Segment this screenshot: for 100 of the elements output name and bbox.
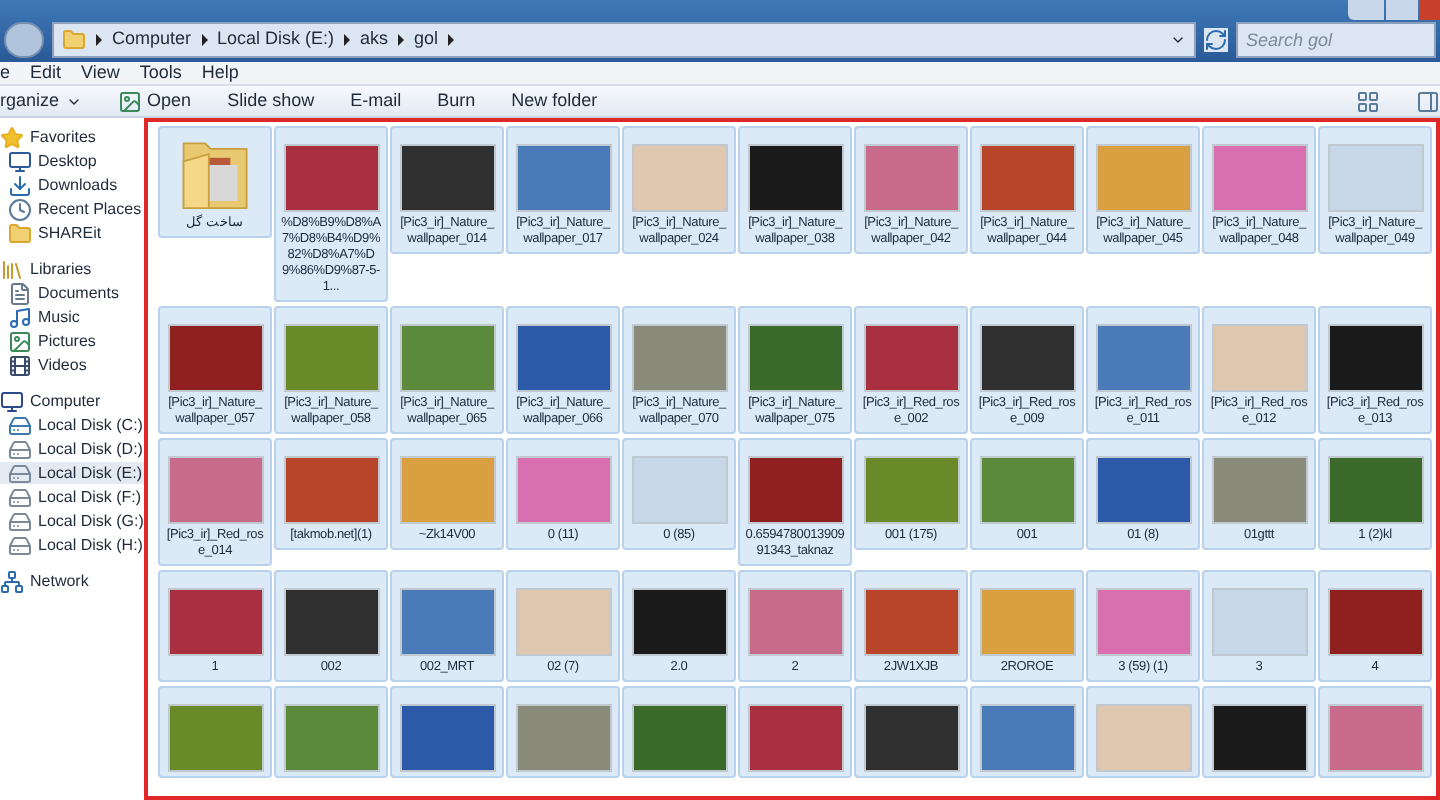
- photo-placeholder: [747, 144, 843, 212]
- toolbar-button[interactable]: E-mail: [350, 87, 402, 115]
- file-tile[interactable]: [158, 686, 272, 778]
- photo-placeholder: [283, 324, 379, 392]
- photo-placeholder: [1095, 324, 1191, 392]
- photo-placeholder: [747, 704, 843, 772]
- photo-placeholder: [863, 704, 959, 772]
- breadcrumb[interactable]: Computer: [112, 26, 192, 54]
- library-icon: [0, 257, 24, 281]
- sidebar-heading[interactable]: Computer: [30, 389, 101, 413]
- sidebar-item[interactable]: Recent Places: [0, 198, 144, 220]
- photo-placeholder: [283, 704, 379, 772]
- drive-icon: [8, 509, 32, 533]
- photo-placeholder: [863, 588, 959, 656]
- drive-icon: [8, 485, 32, 509]
- address-bar[interactable]: Computer Local Disk (E:) aks gol: [52, 22, 1196, 58]
- photo-placeholder: [515, 324, 611, 392]
- sidebar-item[interactable]: Documents: [0, 282, 144, 304]
- menu-item[interactable]: View: [81, 59, 120, 87]
- menu-item[interactable]: Edit: [30, 59, 62, 87]
- toolbar-button[interactable]: New folder: [511, 87, 598, 115]
- toolbar-button[interactable]: Open: [117, 87, 192, 115]
- photo-placeholder: [399, 704, 495, 772]
- photo-placeholder: [1327, 324, 1423, 392]
- dropdown-icon[interactable]: [1170, 32, 1186, 48]
- photo-placeholder: [979, 456, 1075, 524]
- photo-placeholder: [863, 144, 959, 212]
- music-icon: [8, 305, 32, 329]
- photo-placeholder: [979, 588, 1075, 656]
- photo-placeholder: [283, 456, 379, 524]
- breadcrumb-arrow-icon: [344, 34, 351, 46]
- photo-placeholder: [167, 704, 263, 772]
- sidebar-item[interactable]: Local Disk (E:): [0, 462, 144, 484]
- file-tile[interactable]: [1086, 686, 1200, 778]
- file-tile[interactable]: [390, 686, 504, 778]
- file-tile[interactable]: [738, 686, 852, 778]
- photo-placeholder: [1327, 144, 1423, 212]
- breadcrumb-arrow-icon: [96, 34, 102, 46]
- photo-placeholder: [515, 704, 611, 772]
- file-tile[interactable]: [854, 686, 968, 778]
- search-field[interactable]: Search gol: [1236, 22, 1436, 58]
- breadcrumb[interactable]: aks: [360, 26, 389, 54]
- sidebar-item[interactable]: Pictures: [0, 330, 144, 352]
- sidebar-heading[interactable]: Favorites: [30, 125, 96, 149]
- toolbar-button[interactable]: Slide show: [227, 87, 315, 115]
- menu-item[interactable]: e: [0, 59, 11, 87]
- sidebar-item[interactable]: Downloads: [0, 174, 144, 196]
- photo-placeholder: [1327, 704, 1423, 772]
- document-icon: [8, 281, 32, 305]
- menu-item[interactable]: Tools: [139, 59, 182, 87]
- view-options-icon[interactable]: [1356, 89, 1380, 113]
- menu-item[interactable]: Help: [201, 59, 239, 87]
- toolbar-button[interactable]: rganize: [0, 87, 82, 115]
- photo-placeholder: [1327, 588, 1423, 656]
- network-icon: [0, 569, 24, 593]
- photo-placeholder: [167, 324, 263, 392]
- sidebar-heading[interactable]: Libraries: [30, 257, 92, 281]
- photo-placeholder: [167, 588, 263, 656]
- picture-icon: [117, 89, 142, 113]
- folder-icon: [8, 221, 32, 245]
- photo-placeholder: [399, 144, 495, 212]
- preview-pane-icon[interactable]: [1416, 89, 1440, 113]
- sidebar-item[interactable]: Videos: [0, 354, 144, 376]
- sidebar-item[interactable]: Music: [0, 306, 144, 328]
- sidebar-item[interactable]: Local Disk (H:): [0, 534, 144, 556]
- photo-placeholder: [167, 456, 263, 524]
- sidebar-item[interactable]: Local Disk (C:): [0, 414, 144, 436]
- photo-placeholder: [515, 144, 611, 212]
- toolbar-button[interactable]: Burn: [437, 87, 476, 115]
- photo-placeholder: [1211, 588, 1307, 656]
- file-tile[interactable]: [274, 686, 388, 778]
- file-tile[interactable]: [622, 686, 736, 778]
- sidebar-item[interactable]: SHAREit: [0, 222, 144, 244]
- sidebar-item[interactable]: Local Disk (G:): [0, 510, 144, 532]
- sidebar-item[interactable]: Local Disk (D:): [0, 438, 144, 460]
- refresh-icon[interactable]: [1204, 28, 1228, 52]
- photo-placeholder: [747, 588, 843, 656]
- photo-placeholder: [979, 324, 1075, 392]
- photo-placeholder: [283, 144, 379, 212]
- photo-placeholder: [1211, 324, 1307, 392]
- file-tile[interactable]: [506, 686, 620, 778]
- sidebar-item[interactable]: Desktop: [0, 150, 144, 172]
- photo-placeholder: [399, 588, 495, 656]
- photo-placeholder: [631, 588, 727, 656]
- photo-placeholder: [747, 456, 843, 524]
- photo-placeholder: [399, 324, 495, 392]
- star-icon: [0, 125, 24, 149]
- sidebar-heading[interactable]: Network: [30, 569, 89, 593]
- photo-placeholder: [283, 588, 379, 656]
- photo-placeholder: [1095, 144, 1191, 212]
- file-tile[interactable]: [1318, 686, 1432, 778]
- photo-placeholder: [399, 456, 495, 524]
- photo-placeholder: [1211, 704, 1307, 772]
- photo-placeholder: [1211, 144, 1307, 212]
- sidebar-item[interactable]: Local Disk (F:): [0, 486, 144, 508]
- back-forward-icon[interactable]: [4, 22, 44, 58]
- breadcrumb[interactable]: gol: [414, 26, 439, 54]
- file-tile[interactable]: [1202, 686, 1316, 778]
- file-tile[interactable]: [970, 686, 1084, 778]
- breadcrumb[interactable]: Local Disk (E:): [217, 26, 335, 54]
